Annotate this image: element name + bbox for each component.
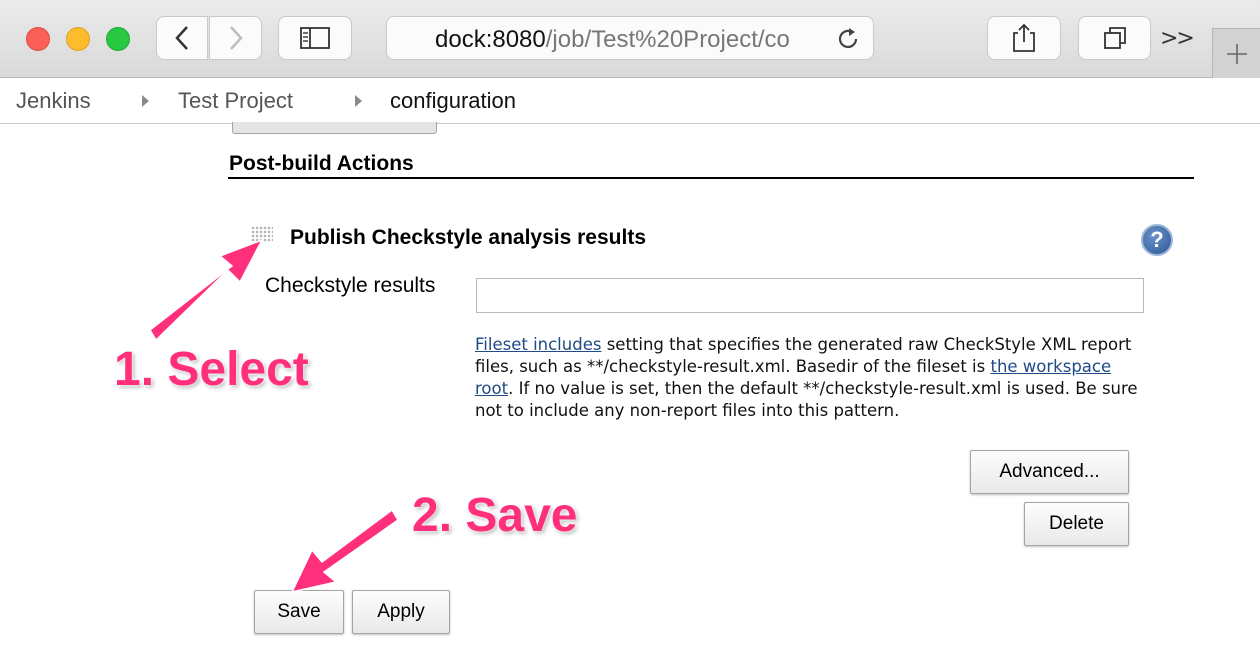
arrow-to-save-button-icon <box>290 508 400 594</box>
annotation-save: 2. Save <box>412 489 578 542</box>
arrow-to-drag-handle-icon <box>149 238 264 342</box>
annotation-select: 1. Select <box>114 343 309 396</box>
annotation-arrows <box>149 238 400 594</box>
